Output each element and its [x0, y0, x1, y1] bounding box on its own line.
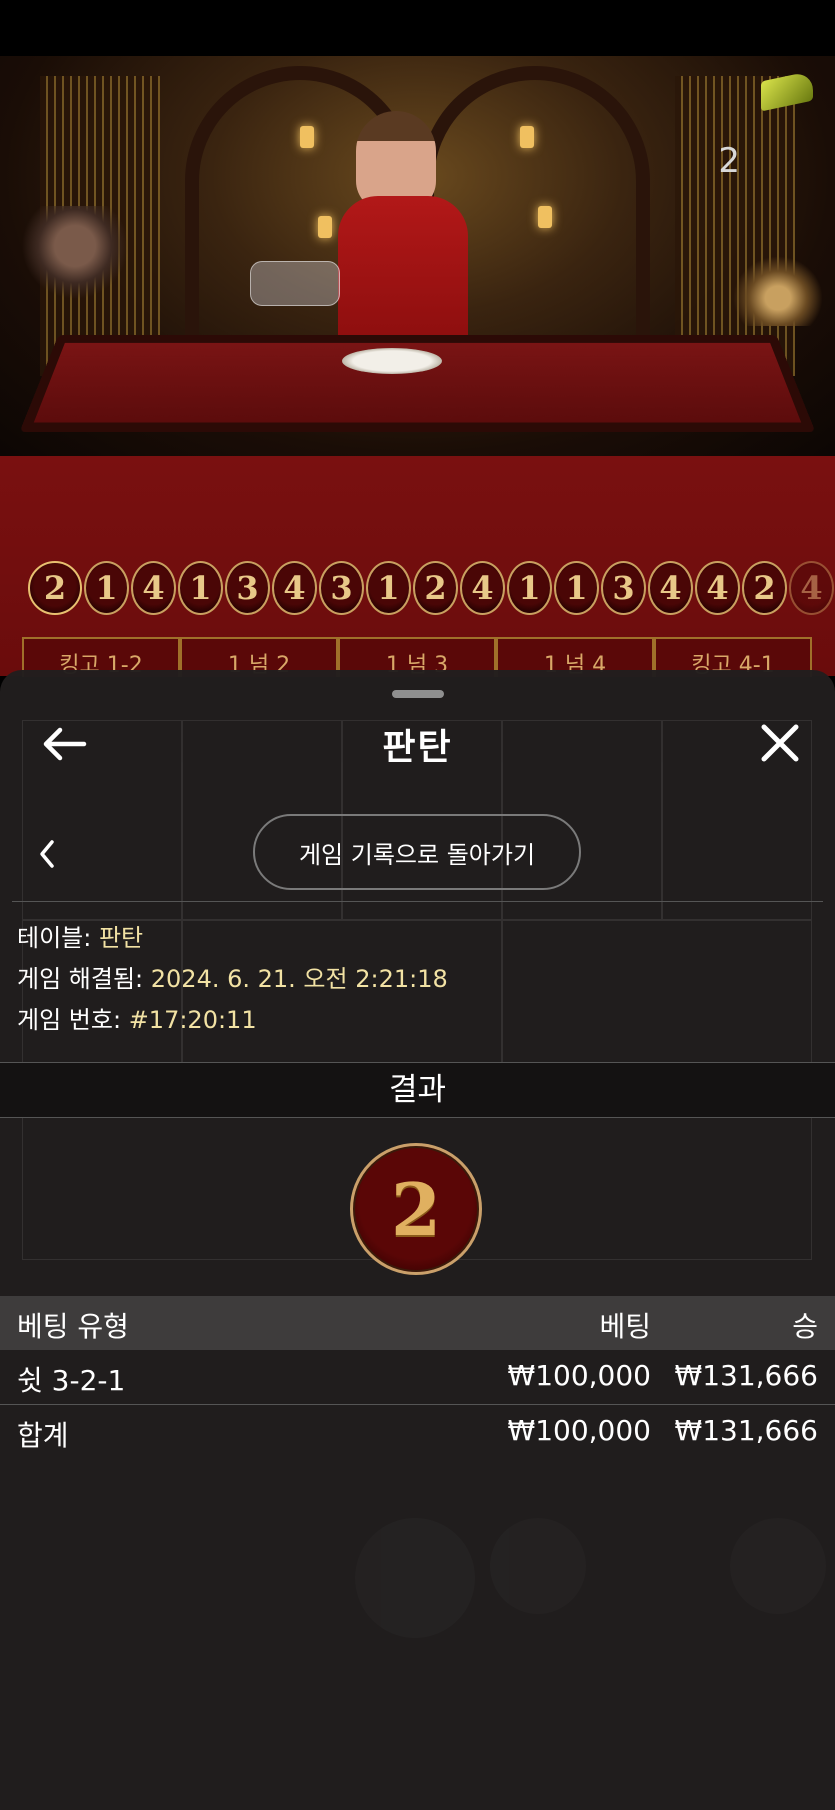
- chevron-left-icon[interactable]: [30, 834, 66, 874]
- glass-cover: [250, 261, 340, 306]
- history-bead: 1: [178, 561, 223, 615]
- game-info: 테이블: 판탄 게임 해결됨: 2024. 6. 21. 오전 2:21:18 …: [17, 918, 817, 1041]
- win-amount: ₩131,666: [674, 1359, 818, 1392]
- history-bead: 3: [319, 561, 364, 615]
- result-ball: 2: [350, 1143, 482, 1275]
- history-bead: 4: [272, 561, 317, 615]
- history-bead: 1: [554, 561, 599, 615]
- decor-lamp: [300, 126, 314, 148]
- history-bead: 3: [225, 561, 270, 615]
- drag-handle[interactable]: [392, 690, 444, 698]
- table-row: 쉿 3-2-1 ₩100,000 ₩131,666: [0, 1350, 835, 1404]
- dealer-dress: [338, 196, 468, 346]
- total-win: ₩131,666: [674, 1414, 818, 1447]
- status-bar: [0, 0, 835, 56]
- bet-amount: ₩100,000: [507, 1359, 651, 1392]
- table-header-row: 베팅 유형 베팅 승: [0, 1296, 835, 1350]
- table-total-row: 합계 ₩100,000 ₩131,666: [0, 1405, 835, 1459]
- history-roadmap: 2 1 4 1 3 4 3 1 2 4 1 1 3 4 4 2 4: [28, 561, 835, 619]
- info-label: 테이블:: [17, 924, 92, 952]
- history-bead: 4: [648, 561, 693, 615]
- history-nav: 게임 기록으로 돌아가기: [0, 814, 835, 894]
- bet-table: 베팅 유형 베팅 승 쉿 3-2-1 ₩100,000 ₩131,666 합계 …: [0, 1296, 835, 1459]
- info-resolved: 게임 해결됨: 2024. 6. 21. 오전 2:21:18: [17, 959, 817, 1000]
- total-label: 합계: [17, 1419, 69, 1452]
- close-icon[interactable]: [755, 718, 805, 768]
- resolved-time: 2024. 6. 21. 오전 2:21:18: [150, 965, 448, 993]
- history-bead: 1: [507, 561, 552, 615]
- info-label: 게임 해결됨:: [17, 965, 144, 993]
- history-bead: 1: [366, 561, 411, 615]
- round-count: 2: [718, 141, 740, 181]
- bean-pile: [342, 348, 442, 374]
- modal-title: 판탄: [382, 727, 453, 768]
- history-bead: 4: [460, 561, 505, 615]
- column-header: 베팅: [599, 1310, 651, 1343]
- history-bead: 3: [601, 561, 646, 615]
- result-header: 결과: [0, 1062, 835, 1118]
- total-bet: ₩100,000: [507, 1414, 651, 1447]
- decor-screen-right: [675, 76, 795, 376]
- decor-lamp: [538, 206, 552, 228]
- modal-header: 판탄: [0, 714, 835, 774]
- history-bead: 2: [413, 561, 458, 615]
- bet-type: 쉿 3-2-1: [17, 1364, 126, 1397]
- divider: [12, 901, 823, 902]
- history-bead: 1: [84, 561, 129, 615]
- back-to-history-button[interactable]: 게임 기록으로 돌아가기: [253, 814, 581, 890]
- game-history-modal: 판탄 게임 기록으로 돌아가기 테이블: 판탄 게임 해결됨: 2024. 6.…: [0, 670, 835, 1810]
- game-number: #17:20:11: [128, 1006, 257, 1034]
- history-bead: 2: [28, 561, 82, 615]
- decor-lamp: [520, 126, 534, 148]
- history-bead: 4: [789, 561, 834, 615]
- history-bead: 4: [131, 561, 176, 615]
- history-bead: 2: [742, 561, 787, 615]
- table-name: 판탄: [98, 924, 144, 952]
- decor-dragon-statue: [733, 256, 823, 326]
- decor-plant: [20, 206, 130, 306]
- column-header: 베팅 유형: [17, 1310, 129, 1343]
- info-game-number: 게임 번호: #17:20:11: [17, 1000, 817, 1041]
- info-label: 게임 번호:: [17, 1006, 122, 1034]
- history-bead: 4: [695, 561, 740, 615]
- live-video: 2: [0, 56, 835, 456]
- decor-lamp: [318, 216, 332, 238]
- info-table: 테이블: 판탄: [17, 918, 817, 959]
- column-header: 승: [792, 1310, 818, 1343]
